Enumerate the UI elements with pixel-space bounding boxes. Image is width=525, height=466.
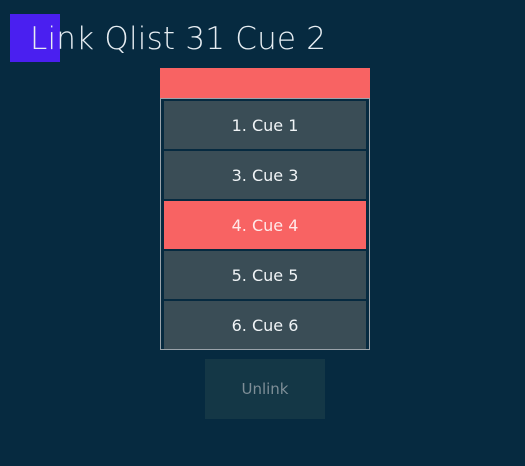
cue-list-item-1[interactable]: 1. Cue 1 xyxy=(164,101,366,149)
cue-list-item-4[interactable]: 4. Cue 4 xyxy=(164,201,366,249)
cue-list-header xyxy=(160,68,370,98)
page-title: Link Qlist 31 Cue 2 xyxy=(30,21,327,57)
link-dialog: Link Qlist 31 Cue 2 1. Cue 1 3. Cue 3 4.… xyxy=(0,0,525,466)
cue-list-item-6[interactable]: 6. Cue 6 xyxy=(164,301,366,349)
cue-list-item-5[interactable]: 5. Cue 5 xyxy=(164,251,366,299)
unlink-button[interactable]: Unlink xyxy=(205,359,325,419)
cue-list: 1. Cue 1 3. Cue 3 4. Cue 4 5. Cue 5 6. C… xyxy=(160,98,370,350)
cue-list-item-3[interactable]: 3. Cue 3 xyxy=(164,151,366,199)
